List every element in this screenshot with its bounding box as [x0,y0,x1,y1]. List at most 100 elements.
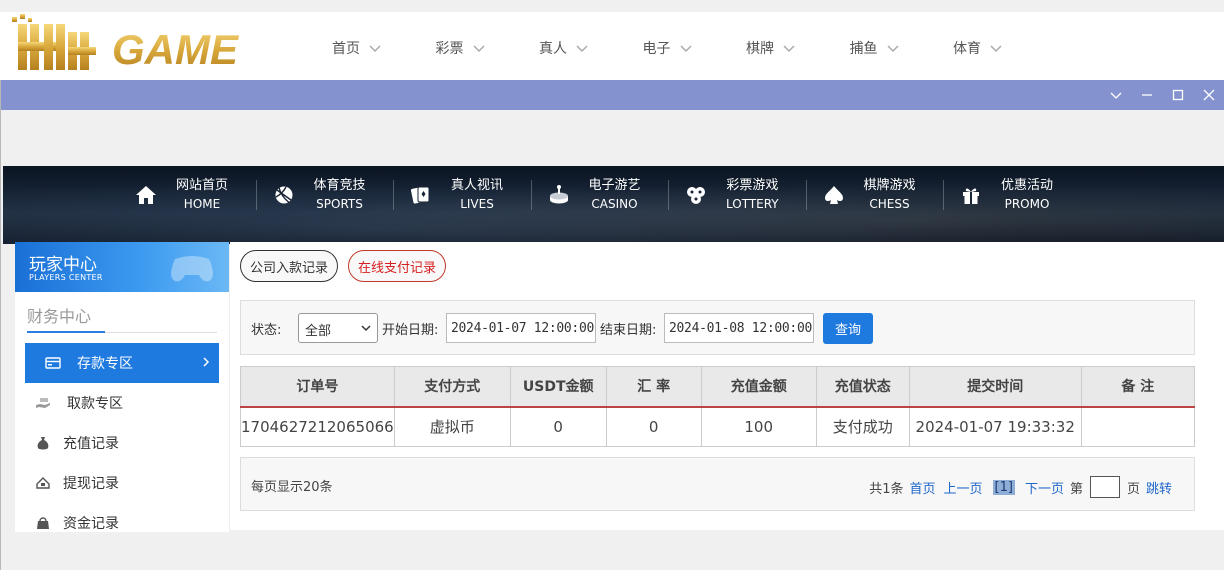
site-logo[interactable]: GAME [12,14,274,74]
sidebar-item-deposit[interactable]: 存款专区 [25,343,219,383]
banner-nav-en: CASINO [591,197,638,211]
per-page-text: 每页显示20条 [251,480,333,495]
gift-icon [959,183,983,207]
banner-nav-sports[interactable]: 体育竞技 SPORTS [269,178,407,212]
end-date-label: 结束日期: [600,323,657,338]
top-nav-live[interactable]: 真人 [539,38,643,58]
sidebar-item-label: 存款专区 [77,356,133,372]
close-icon [1203,89,1214,101]
tab-online-payment-record[interactable]: 在线支付记录 [348,250,447,282]
sidebar-item-funds-record[interactable]: 资金记录 [15,503,229,543]
withdraw-record-icon [33,475,53,491]
status-label: 状态: [251,323,282,338]
pagination-bar: 每页显示20条 共1条 首页 上一页 [1] 下一页 第 页 跳转 [240,457,1195,511]
start-date-label: 开始日期: [382,323,439,338]
sidebar-item-recharge-record[interactable]: 充值记录 [15,423,229,463]
player-center-subtitle: PLAYERS CENTER [29,273,103,282]
window-controls [1100,80,1224,110]
order-number-cell: 1704627212065066 [240,406,395,447]
cards-icon [409,183,433,207]
divider [943,180,944,210]
popup-titlebar[interactable] [1,80,1224,110]
banner-nav-zh: 体育竞技 [313,178,366,193]
banner-nav-zh: 优惠活动 [1001,178,1054,193]
next-page-link[interactable]: 下一页 [1025,478,1064,497]
sidebar-item-label: 充值记录 [63,436,119,452]
collapse-button[interactable] [1100,80,1131,110]
banner-nav: 网站首页 HOME 体育竞技 SPORTS 真人视讯 LIVES 电子游艺 CASINO [131,178,1094,212]
top-nav-label: 电子 [642,41,671,57]
top-nav-label: 体育 [953,41,981,57]
prev-page-link[interactable]: 上一页 [944,478,983,497]
banner-nav-lottery[interactable]: 彩票游戏 LOTTERY [681,178,819,212]
column-header: USDT金额 [510,366,607,408]
sidebar-item-withdraw[interactable]: 取款专区 [15,383,229,423]
top-nav-slots[interactable]: 电子 [643,38,747,58]
chevron-down-icon [361,325,371,332]
banner-nav-zh: 真人视讯 [451,178,504,193]
maximize-icon [1172,89,1183,101]
lottery-balls-icon [684,183,708,207]
home-icon [134,183,158,207]
jump-link[interactable]: 跳转 [1146,478,1172,497]
chevron-down-icon [472,45,485,53]
column-header: 提交时间 [909,366,1082,408]
banner-nav-promo[interactable]: 优惠活动 PROMO [956,178,1094,212]
total-count: 共1条 [869,481,904,497]
top-nav-label: 首页 [332,41,360,57]
top-nav-fishing[interactable]: 捕鱼 [850,38,954,58]
divider [393,180,394,210]
status-select[interactable]: 全部 [298,313,378,343]
minimize-button[interactable] [1131,80,1162,110]
column-header: 备 注 [1081,366,1195,408]
banner-nav-zh: 网站首页 [176,178,229,193]
side-menu: 存款专区 取款专区 充值记录 提现记录 资金记录 [15,343,229,543]
top-nav-lottery[interactable]: 彩票 [436,38,540,58]
banner-nav-chess[interactable]: 棋牌游戏 CHESS [819,178,957,212]
close-button[interactable] [1193,80,1224,110]
banner-nav-en: CHESS [869,197,910,211]
start-date-input[interactable]: 2024-01-07 12:00:00 [446,313,596,343]
pagination: 共1条 首页 上一页 [1] 下一页 第 页 跳转 [867,476,1176,498]
query-button[interactable]: 查询 [823,313,873,344]
section-title: 财务中心 [27,292,217,333]
record-tabs: 公司入款记录 在线支付记录 [240,250,456,282]
table-row: 1704627212065066 虚拟币 0 0 100 支付成功 2024-0… [240,406,1195,447]
column-header: 支付方式 [394,366,511,408]
recharge-status-cell: 支付成功 [816,406,910,447]
maximize-button[interactable] [1162,80,1193,110]
section-title-text: 财务中心 [27,307,92,326]
top-nav-home[interactable]: 首页 [332,38,436,58]
page-prefix: 第 [1069,481,1083,497]
filter-bar: 状态: 全部 开始日期: 2024-01-07 12:00:00 结束日期: 2… [240,300,1195,355]
divider [805,180,807,210]
banner-nav-home[interactable]: 网站首页 HOME [131,178,269,212]
banner-nav-casino[interactable]: 电子游艺 CASINO [544,178,682,212]
payment-records-table: 订单号 支付方式 USDT金额 汇 率 充值金额 充值状态 提交时间 备 注 1… [240,366,1195,447]
sidebar-item-label: 提现记录 [63,476,119,492]
slot-icon [547,183,571,207]
spade-icon [822,183,846,207]
top-nav-label: 真人 [539,41,567,57]
first-page-link[interactable]: 首页 [909,478,935,497]
top-nav-sports[interactable]: 体育 [953,38,1057,58]
banner-nav-bar: 网站首页 HOME 体育竞技 SPORTS 真人视讯 LIVES 电子游艺 CASINO [3,166,1224,244]
end-date-input[interactable]: 2024-01-08 12:00:00 [664,313,814,343]
money-bag-icon [33,435,53,451]
divider [530,180,532,210]
banner-nav-lives[interactable]: 真人视讯 LIVES [406,178,544,212]
tab-company-deposit-record[interactable]: 公司入款记录 [240,250,339,282]
divider [668,180,669,210]
top-nav-chess[interactable]: 棋牌 [746,38,850,58]
banner-nav-en: PROMO [1004,197,1050,211]
gamepad-icon [171,256,213,282]
remark-cell [1081,407,1194,447]
banner-nav-zh: 棋牌游戏 [863,178,916,193]
column-header: 订单号 [240,366,395,408]
sidebar-item-withdraw-record[interactable]: 提现记录 [15,463,229,503]
hh-game-logo-icon: GAME [12,14,240,73]
banner-nav-en: LOTTERY [726,197,779,211]
top-nav: 首页 彩票 真人 电子 棋牌 捕鱼 体育 [332,38,1057,58]
funds-icon [33,515,53,531]
page-number-input[interactable] [1089,476,1120,498]
